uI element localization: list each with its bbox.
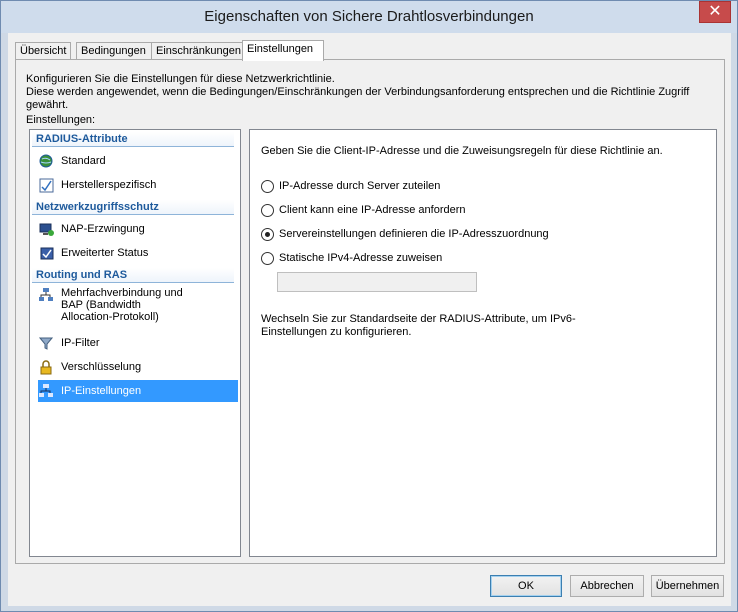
radio-button[interactable] (261, 179, 274, 193)
network-icon (38, 383, 54, 399)
cancel-button[interactable]: Abbrechen (570, 575, 644, 597)
nav-item-label: Mehrfachverbindung und BAP (Bandwidth Al… (61, 287, 183, 323)
dialog-client: Übersicht Bedingungen Einschränkungen Ei… (8, 33, 731, 606)
nav-item-ip-filter[interactable]: IP-Filter (38, 332, 238, 354)
tab-constraints[interactable]: Einschränkungen (151, 42, 243, 60)
nav-header-nap: Netzwerkzugriffsschutz (32, 200, 234, 215)
vendor-icon (38, 177, 54, 193)
nav-item-label: IP-Einstellungen (61, 385, 142, 397)
nav-item-vendor-specific[interactable]: Herstellerspezifisch (38, 174, 238, 196)
properties-dialog: Eigenschaften von Sichere Drahtlosverbin… (0, 0, 738, 612)
radio-label[interactable]: IP-Adresse durch Server zuteilen (279, 180, 440, 192)
nap-icon (38, 221, 54, 237)
settings-label: Einstellungen: (26, 114, 96, 126)
ipv6-note: Wechseln Sie zur Standardseite der RADIU… (261, 313, 576, 338)
nav-item-label: IP-Filter (61, 337, 100, 349)
settings-nav-list: RADIUS-Attribute Standard Herstellerspez… (29, 129, 241, 557)
nav-item-label: NAP-Erzwingung (61, 223, 145, 235)
radio-static-ipv4[interactable]: Statische IPv4-Adresse zuweisen (261, 251, 442, 265)
lock-icon (38, 359, 54, 375)
static-ipv4-input[interactable] (277, 272, 477, 292)
settings-tab-panel: Konfigurieren Sie die Einstellungen für … (15, 59, 725, 564)
ip-settings-intro: Geben Sie die Client-IP-Adresse und die … (261, 145, 663, 157)
globe-icon (38, 153, 54, 169)
close-button[interactable]: ✕ (699, 1, 731, 23)
nav-item-label: Standard (61, 155, 106, 167)
status-icon (38, 245, 54, 261)
tab-settings[interactable]: Einstellungen (242, 40, 324, 61)
nav-item-encryption[interactable]: Verschlüsselung (38, 356, 238, 378)
network-icon (38, 287, 54, 303)
window-title: Eigenschaften von Sichere Drahtlosverbin… (204, 8, 534, 25)
nav-item-label: Verschlüsselung (61, 361, 142, 373)
description-line-2: Diese werden angewendet, wenn die Beding… (26, 86, 690, 111)
nav-header-routing: Routing und RAS (32, 268, 234, 283)
radio-server-assigns[interactable]: IP-Adresse durch Server zuteilen (261, 179, 440, 193)
radio-label[interactable]: Servereinstellungen definieren die IP-Ad… (279, 228, 549, 240)
nav-item-label: Erweiterter Status (61, 247, 149, 259)
ok-button[interactable]: OK (490, 575, 562, 597)
tab-overview[interactable]: Übersicht (15, 42, 71, 60)
nav-item-multilink-bap[interactable]: Mehrfachverbindung und BAP (Bandwidth Al… (38, 284, 238, 328)
filter-icon (38, 335, 54, 351)
radio-label[interactable]: Client kann eine IP-Adresse anfordern (279, 204, 466, 216)
radio-server-settings[interactable]: Servereinstellungen definieren die IP-Ad… (261, 227, 549, 241)
description-line-1: Konfigurieren Sie die Einstellungen für … (26, 73, 335, 85)
nav-item-ip-settings[interactable]: IP-Einstellungen (38, 380, 238, 402)
radio-button[interactable] (261, 251, 274, 265)
ip-settings-pane: Geben Sie die Client-IP-Adresse und die … (249, 129, 717, 557)
radio-label[interactable]: Statische IPv4-Adresse zuweisen (279, 252, 442, 264)
radio-button[interactable] (261, 203, 274, 217)
tab-conditions[interactable]: Bedingungen (76, 42, 152, 60)
nav-item-label: Herstellerspezifisch (61, 179, 157, 191)
nav-item-extended-status[interactable]: Erweiterter Status (38, 242, 238, 264)
apply-button[interactable]: Übernehmen (651, 575, 724, 597)
nav-item-nap-enforcement[interactable]: NAP-Erzwingung (38, 218, 238, 240)
policy-description: Konfigurieren Sie die Einstellungen für … (26, 73, 724, 112)
radio-button[interactable] (261, 227, 274, 241)
title-bar[interactable]: Eigenschaften von Sichere Drahtlosverbin… (1, 1, 737, 33)
nav-item-standard[interactable]: Standard (38, 150, 238, 172)
nav-header-radius: RADIUS-Attribute (32, 132, 234, 147)
radio-client-requests[interactable]: Client kann eine IP-Adresse anfordern (261, 203, 466, 217)
